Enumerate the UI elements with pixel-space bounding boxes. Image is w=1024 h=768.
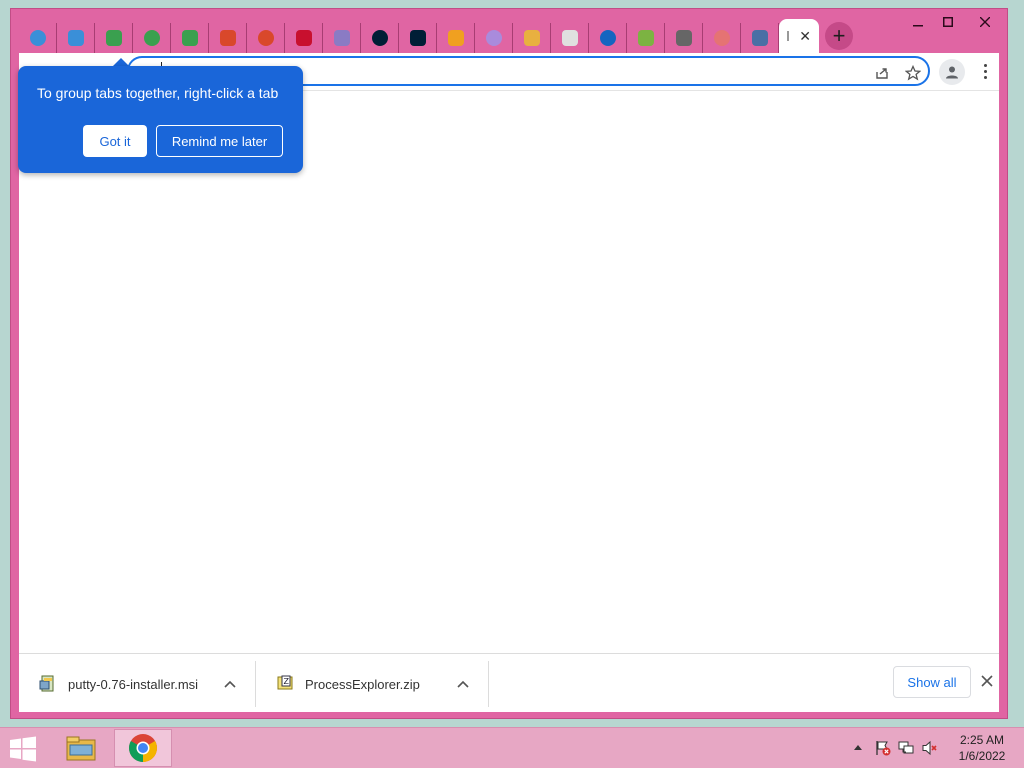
tab[interactable] bbox=[741, 23, 779, 53]
loading-indicator bbox=[787, 31, 789, 41]
favicon-17-icon bbox=[637, 30, 654, 46]
tab[interactable] bbox=[399, 23, 437, 53]
chevron-up-icon[interactable] bbox=[222, 676, 238, 692]
favicon-12-icon bbox=[447, 30, 464, 46]
tooltip-text: To group tabs together, right-click a ta… bbox=[37, 85, 279, 101]
favicon-19-icon bbox=[713, 30, 730, 46]
favicon-20-icon bbox=[751, 30, 768, 46]
tab-active[interactable]: ✕ bbox=[779, 19, 819, 53]
download-filename: ProcessExplorer.zip bbox=[305, 676, 420, 692]
favicon-7-icon bbox=[257, 30, 274, 46]
tab[interactable] bbox=[513, 23, 551, 53]
tab[interactable] bbox=[361, 23, 399, 53]
kebab-menu-icon[interactable] bbox=[977, 61, 993, 81]
favicon-9-icon bbox=[333, 30, 350, 46]
page-content bbox=[19, 92, 999, 652]
tab[interactable] bbox=[551, 23, 589, 53]
download-shelf: putty-0.76-installer.msi Z ProcessExplor… bbox=[19, 653, 999, 712]
close-icon[interactable] bbox=[963, 9, 1007, 35]
download-filename: putty-0.76-installer.msi bbox=[68, 676, 199, 692]
svg-text:Z: Z bbox=[284, 677, 290, 686]
favicon-4-icon bbox=[143, 30, 160, 46]
tab[interactable] bbox=[323, 23, 361, 53]
favicon-8-icon bbox=[295, 30, 312, 46]
chevron-up-icon[interactable] bbox=[455, 676, 471, 692]
tab-groups-tooltip: To group tabs together, right-click a ta… bbox=[18, 66, 303, 173]
tab[interactable] bbox=[665, 23, 703, 53]
favicon-1-icon bbox=[29, 30, 46, 46]
show-all-button[interactable]: Show all bbox=[893, 666, 971, 698]
download-item[interactable]: putty-0.76-installer.msi bbox=[19, 661, 256, 707]
favicon-3-icon bbox=[105, 30, 122, 46]
download-item[interactable]: Z ProcessExplorer.zip bbox=[256, 661, 489, 707]
new-tab-button[interactable]: + bbox=[825, 22, 853, 50]
close-download-bar-icon[interactable] bbox=[980, 674, 994, 688]
tab[interactable] bbox=[57, 23, 95, 53]
got-it-button[interactable]: Got it bbox=[83, 125, 147, 157]
tab[interactable] bbox=[19, 23, 57, 53]
clock-time: 2:25 AM bbox=[959, 733, 1005, 747]
taskbar: 2:25 AM 1/6/2022 bbox=[0, 727, 1024, 768]
tab[interactable] bbox=[627, 23, 665, 53]
tab-close-icon[interactable]: ✕ bbox=[799, 29, 811, 43]
favicon-13-icon bbox=[485, 30, 502, 46]
msi-file-icon bbox=[39, 675, 57, 693]
remind-me-later-button[interactable]: Remind me later bbox=[156, 125, 283, 157]
window-controls bbox=[903, 9, 1007, 35]
tab[interactable] bbox=[589, 23, 627, 53]
tab[interactable] bbox=[247, 23, 285, 53]
tab[interactable] bbox=[171, 23, 209, 53]
favicon-11-icon bbox=[409, 30, 426, 46]
tab[interactable] bbox=[95, 23, 133, 53]
tab[interactable] bbox=[475, 23, 513, 53]
profile-avatar-icon[interactable] bbox=[939, 59, 965, 85]
tab[interactable] bbox=[285, 23, 323, 53]
favicon-2-icon bbox=[67, 30, 84, 46]
tab[interactable] bbox=[437, 23, 475, 53]
favicon-15-icon bbox=[561, 30, 578, 46]
system-clock[interactable]: 2:25 AM 1/6/2022 bbox=[952, 733, 1012, 763]
start-windows-icon[interactable] bbox=[8, 736, 40, 762]
zip-file-icon: Z bbox=[276, 675, 294, 693]
volume-muted-icon[interactable] bbox=[921, 740, 939, 756]
tooltip-arrow bbox=[113, 58, 129, 66]
tab[interactable] bbox=[209, 23, 247, 53]
minimize-icon[interactable] bbox=[903, 9, 933, 35]
chrome-taskbar-icon[interactable] bbox=[114, 729, 172, 767]
action-center-flag-icon[interactable] bbox=[874, 740, 892, 756]
tab[interactable] bbox=[703, 23, 741, 53]
tab-strip: ✕ + bbox=[19, 19, 853, 53]
file-explorer-icon[interactable] bbox=[52, 729, 110, 767]
favicon-6-icon bbox=[219, 30, 236, 46]
network-icon[interactable] bbox=[897, 740, 915, 756]
share-icon[interactable] bbox=[873, 64, 891, 82]
favicon-14-icon bbox=[523, 30, 540, 46]
favicon-18-icon bbox=[675, 30, 692, 46]
bookmark-star-icon[interactable] bbox=[904, 64, 922, 82]
clock-date: 1/6/2022 bbox=[958, 749, 1006, 763]
favicon-16-icon bbox=[599, 30, 616, 46]
favicon-10-icon bbox=[371, 30, 388, 46]
tab[interactable] bbox=[133, 23, 171, 53]
maximize-icon[interactable] bbox=[933, 9, 963, 35]
show-hidden-icons-icon[interactable] bbox=[852, 740, 864, 754]
favicon-5-icon bbox=[181, 30, 198, 46]
